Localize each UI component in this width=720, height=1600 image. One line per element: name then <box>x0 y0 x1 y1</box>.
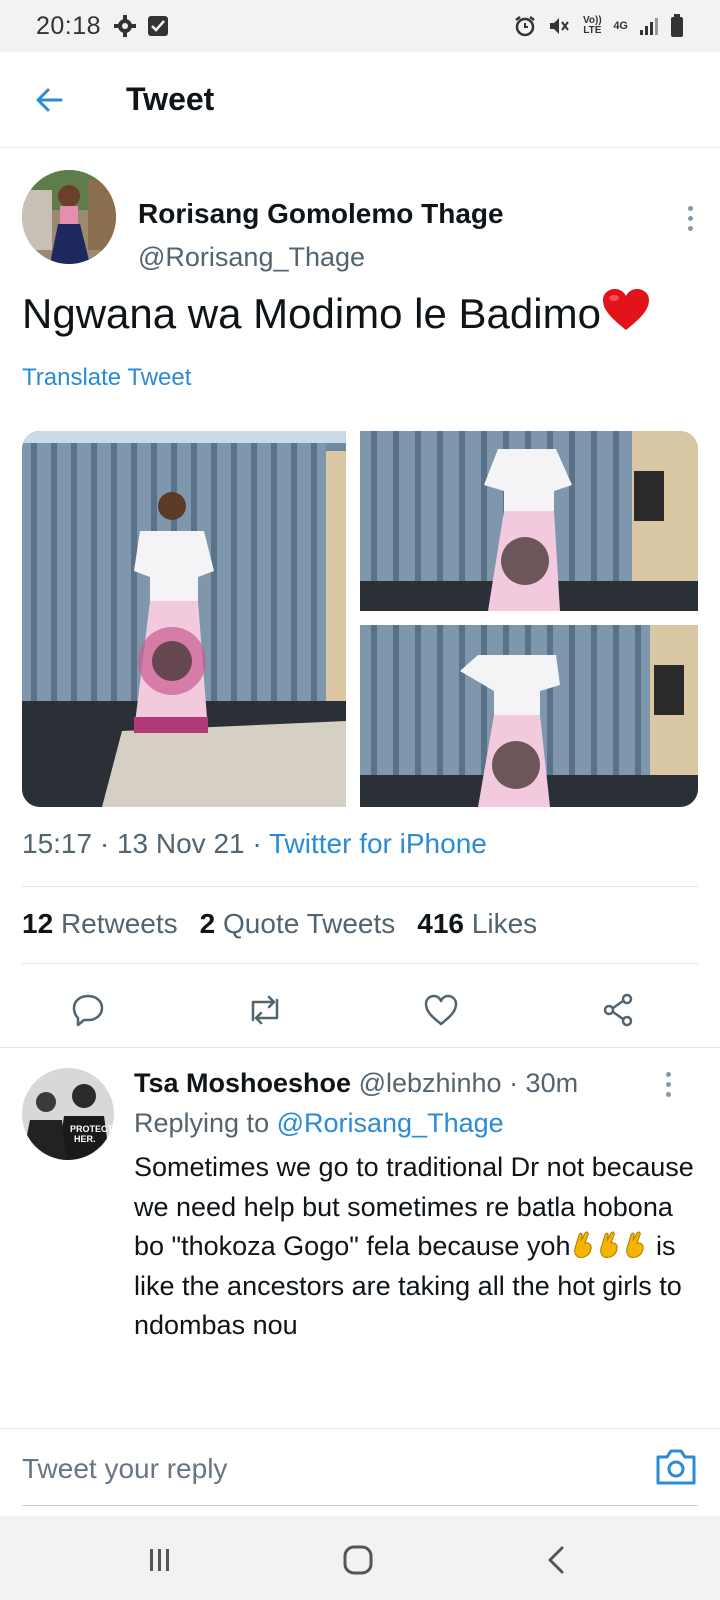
crossed-fingers-emoji-icon <box>600 1231 619 1258</box>
crossed-fingers-emoji-icon <box>626 1231 645 1258</box>
recent-apps-button[interactable] <box>140 1540 180 1580</box>
home-button[interactable] <box>338 1540 378 1580</box>
reply-more-options-button[interactable] <box>658 1072 678 1102</box>
photo-2-image <box>360 431 698 611</box>
photo-3-image <box>360 625 698 807</box>
back-nav-button[interactable] <box>536 1540 576 1580</box>
photo-1-image <box>22 431 346 807</box>
arrow-left-icon <box>36 88 63 111</box>
photo-3[interactable] <box>360 625 698 807</box>
avatar-shirt-text-1: PROTECT <box>70 1124 114 1134</box>
chevron-left-icon <box>548 1546 564 1574</box>
composer-underline <box>22 1505 698 1506</box>
likes-label: Likes <box>471 908 538 939</box>
header: Tweet <box>0 52 720 148</box>
retweet-icon <box>251 995 279 1025</box>
gear-icon <box>114 15 137 37</box>
likes-count: 416 <box>417 908 464 939</box>
system-navigation-bar <box>0 1516 720 1600</box>
photo-1[interactable] <box>22 431 346 807</box>
mute-icon <box>550 18 570 34</box>
retweets-label: Retweets <box>60 908 178 939</box>
checkbox-notification-icon <box>148 16 169 36</box>
avatar-image <box>22 170 116 264</box>
replying-to: Replying to @Rorisang_Thage <box>134 1108 504 1139</box>
recent-apps-icon <box>150 1549 169 1571</box>
retweets-stat[interactable]: 12 Retweets <box>22 908 178 940</box>
tweet-source-link[interactable]: Twitter for iPhone <box>269 828 487 859</box>
quote-tweets-stat[interactable]: 2 Quote Tweets <box>200 908 396 940</box>
volte-icon: Vo)) LTE <box>582 15 602 36</box>
reply-text: Sometimes we go to traditional Dr not be… <box>134 1148 694 1346</box>
like-button[interactable] <box>417 986 465 1034</box>
photo-2[interactable] <box>360 431 698 611</box>
tweet-stats: 12 Retweets 2 Quote Tweets 416 Likes <box>22 908 537 940</box>
share-icon <box>603 993 633 1027</box>
divider <box>22 886 698 887</box>
translate-tweet-link[interactable]: Translate Tweet <box>22 364 191 392</box>
avatar[interactable] <box>22 170 116 264</box>
tweet-author: Rorisang Gomolemo Thage @Rorisang_Thage <box>22 170 702 272</box>
quote-tweets-count: 2 <box>199 908 216 939</box>
tweet-timestamp: 15:17 · 13 Nov 21 · <box>22 828 269 859</box>
more-options-button[interactable] <box>680 206 700 236</box>
divider <box>22 963 698 964</box>
crossed-fingers-emoji-icon <box>574 1231 593 1258</box>
reply-icon <box>72 994 104 1027</box>
reply-header: Tsa Moshoeshoe @lebzhinho · 30m <box>134 1068 578 1099</box>
status-time: 20:18 <box>36 11 102 40</box>
retweet-button[interactable] <box>241 986 289 1034</box>
media-grid <box>22 431 698 807</box>
replying-to-prefix: Replying to <box>134 1108 270 1138</box>
page-title: Tweet <box>126 81 215 117</box>
heart-icon <box>424 994 458 1026</box>
reply-composer <box>0 1428 720 1514</box>
signal-icon <box>640 18 658 35</box>
avatar-shirt-text-2: HER. <box>74 1134 96 1144</box>
author-name[interactable]: Rorisang Gomolemo Thage <box>138 198 504 230</box>
battery-icon <box>671 14 683 37</box>
reply-author-name[interactable]: Tsa Moshoeshoe <box>134 1068 351 1098</box>
back-button[interactable] <box>24 75 74 125</box>
camera-icon <box>656 1449 696 1485</box>
section-divider <box>0 1047 720 1048</box>
tweet-text: Ngwana wa Modimo le Badimo <box>22 286 651 342</box>
alarm-icon <box>515 16 536 37</box>
tweet-meta: 15:17 · 13 Nov 21 · Twitter for iPhone <box>22 828 487 860</box>
likes-stat[interactable]: 416 Likes <box>417 908 537 940</box>
status-bar: 20:18 Vo)) LTE 4G <box>0 0 720 52</box>
reply-button[interactable] <box>64 986 112 1034</box>
heart-emoji-icon <box>602 289 649 330</box>
4g-icon: 4G <box>613 20 628 32</box>
reply-input[interactable] <box>22 1453 582 1485</box>
quote-tweets-label: Quote Tweets <box>223 908 396 939</box>
author-handle[interactable]: @Rorisang_Thage <box>138 242 365 273</box>
camera-button[interactable] <box>654 1447 698 1487</box>
reply-avatar-image: PROTECT HER. <box>22 1068 114 1160</box>
reply-handle-time: @lebzhinho · 30m <box>358 1068 579 1098</box>
reply-avatar[interactable]: PROTECT HER. <box>22 1068 114 1160</box>
share-button[interactable] <box>594 986 642 1034</box>
replying-to-link[interactable]: @Rorisang_Thage <box>277 1108 504 1138</box>
tweet-actions <box>0 978 720 1048</box>
home-icon <box>343 1545 373 1575</box>
tweet-text-content: Ngwana wa Modimo le Badimo <box>22 290 601 337</box>
retweets-count: 12 <box>22 908 54 939</box>
